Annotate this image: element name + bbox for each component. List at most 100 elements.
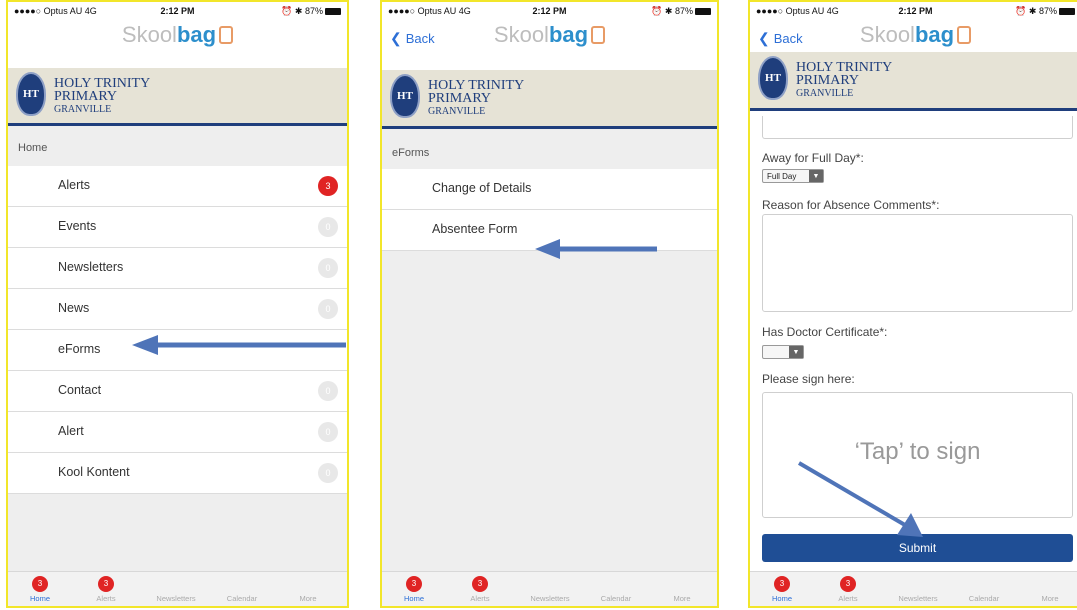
tab-newsletters[interactable]: Newsletters (522, 594, 578, 603)
arrow-annotation-icon (132, 335, 346, 355)
tab-more[interactable]: More (662, 594, 702, 603)
away-select[interactable]: Full Day ▼ (762, 169, 824, 183)
school-name: HOLY TRINITY PRIMARY GRANVILLE (54, 77, 150, 116)
skoolbag-logo: Skoolbag (750, 22, 1077, 48)
list-item-label: Events (58, 219, 97, 233)
dropdown-arrow-icon: ▼ (789, 346, 803, 358)
tab-calendar[interactable]: Calendar (218, 594, 266, 603)
school-name-line2: PRIMARY (796, 73, 860, 88)
doctor-cert-select[interactable]: ▼ (762, 345, 804, 359)
battery-indicator: ⏰ ✱ 87% (281, 6, 341, 17)
list-item-label: eForms (58, 342, 101, 356)
reason-textarea[interactable] (762, 214, 1073, 312)
count-badge: 0 (318, 299, 338, 319)
skoolbag-logo: Skoolbag (382, 22, 717, 48)
school-name: HOLY TRINITY PRIMARY GRANVILLE (428, 79, 524, 118)
battery-indicator: ⏰ ✱ 87% (651, 6, 711, 17)
list-item-label: Kool Kontent (58, 465, 130, 479)
tab-home[interactable]: Home (20, 594, 60, 603)
list-item[interactable]: Contact 0 (8, 371, 347, 412)
tab-badge: 3 (774, 576, 790, 592)
logo-text-bag: bag (548, 22, 589, 47)
count-badge: 0 (318, 463, 338, 483)
section-title: Home (18, 142, 48, 154)
battery-indicator: ⏰ ✱ 87% (1015, 6, 1075, 17)
arrow-annotation-icon (797, 461, 923, 537)
list-item-label: Alerts (58, 178, 90, 192)
school-name-line2: PRIMARY (428, 91, 492, 106)
away-label: Away for Full Day*: (762, 151, 864, 165)
logo-text-bag: bag (914, 22, 955, 47)
status-bar: ●●●●○ Optus AU 4G 2:12 PM ⏰ ✱ 87% (382, 2, 717, 20)
school-crest-icon: HT (390, 74, 420, 118)
content-area: eForms Change of Details Absentee Form (382, 129, 717, 572)
nav-bar: ❮ Back Skoolbag (750, 20, 1077, 50)
logo-text-skool: Skool (493, 22, 549, 47)
tab-bar: Home 3 Alerts 3 Newsletters Calendar More (8, 571, 347, 606)
list-item[interactable]: Alerts 3 (8, 166, 347, 207)
tab-more[interactable]: More (288, 594, 328, 603)
alarm-icon: ⏰ (1015, 6, 1027, 16)
list-item[interactable]: News 0 (8, 289, 347, 330)
tab-bar: Home 3 Alerts 3 Newsletters Calendar More (382, 571, 717, 606)
list-item-label: Change of Details (432, 181, 532, 195)
list-item[interactable]: Newsletters 0 (8, 248, 347, 289)
tab-more[interactable]: More (1030, 594, 1070, 603)
bluetooth-icon: ✱ (1028, 6, 1037, 16)
battery-percent: 87% (1038, 6, 1057, 16)
tab-badge: 3 (472, 576, 488, 592)
school-name: HOLY TRINITY PRIMARY GRANVILLE (796, 61, 892, 100)
previous-field-input[interactable] (762, 116, 1073, 139)
tab-home[interactable]: Home (394, 594, 434, 603)
list-item[interactable]: Change of Details (382, 169, 717, 210)
status-bar: ●●●●○ Optus AU 4G 2:12 PM ⏰ ✱ 87% (750, 2, 1077, 20)
reason-label: Reason for Absence Comments*: (762, 198, 940, 212)
school-banner: HT HOLY TRINITY PRIMARY GRANVILLE (382, 70, 717, 129)
away-select-value: Full Day (767, 171, 797, 181)
tab-home[interactable]: Home (762, 594, 802, 603)
count-badge: 0 (318, 258, 338, 278)
battery-icon (1059, 8, 1075, 16)
bag-icon (957, 26, 972, 44)
tab-alerts[interactable]: Alerts (460, 594, 500, 603)
school-crest-icon: HT (758, 56, 788, 100)
alarm-icon: ⏰ (281, 6, 293, 16)
list-item[interactable]: Kool Kontent 0 (8, 453, 347, 494)
list-item-label: Newsletters (58, 260, 124, 274)
school-name-line3: GRANVILLE (428, 106, 486, 117)
tab-alerts[interactable]: Alerts (86, 594, 126, 603)
tab-calendar[interactable]: Calendar (592, 594, 640, 603)
logo-text-skool: Skool (121, 22, 177, 47)
tab-badge: 3 (406, 576, 422, 592)
list-item-label: Contact (58, 383, 102, 397)
sign-label: Please sign here: (762, 372, 855, 386)
tab-alerts[interactable]: Alerts (828, 594, 868, 603)
bluetooth-icon: ✱ (294, 6, 303, 16)
tab-badge: 3 (98, 576, 114, 592)
battery-icon (325, 8, 341, 16)
tab-newsletters[interactable]: Newsletters (148, 594, 204, 603)
count-badge: 3 (318, 176, 338, 196)
battery-icon (695, 8, 711, 16)
tab-bar: Home 3 Alerts 3 Newsletters Calendar More (750, 571, 1077, 606)
phone-screen-eforms: ●●●●○ Optus AU 4G 2:12 PM ⏰ ✱ 87% ❮ Back … (380, 0, 719, 608)
list-item-label: Absentee Form (432, 222, 518, 236)
count-badge: 0 (318, 217, 338, 237)
school-name-line3: GRANVILLE (54, 104, 112, 115)
bluetooth-icon: ✱ (664, 6, 673, 16)
school-banner: HT HOLY TRINITY PRIMARY GRANVILLE (750, 52, 1077, 111)
list-item[interactable]: Alert 0 (8, 412, 347, 453)
count-badge: 0 (318, 422, 338, 442)
battery-percent: 87% (674, 6, 693, 16)
alarm-icon: ⏰ (651, 6, 663, 16)
logo-text-skool: Skool (859, 22, 915, 47)
dropdown-arrow-icon: ▼ (809, 170, 823, 182)
list-item[interactable]: Events 0 (8, 207, 347, 248)
section-title: eForms (392, 147, 430, 159)
school-banner: HT HOLY TRINITY PRIMARY GRANVILLE (8, 68, 347, 126)
school-name-line3: GRANVILLE (796, 88, 854, 99)
tab-calendar[interactable]: Calendar (960, 594, 1008, 603)
tab-newsletters[interactable]: Newsletters (890, 594, 946, 603)
phone-screen-home: ●●●●○ Optus AU 4G 2:12 PM ⏰ ✱ 87% Skoolb… (6, 0, 349, 608)
battery-percent: 87% (304, 6, 323, 16)
